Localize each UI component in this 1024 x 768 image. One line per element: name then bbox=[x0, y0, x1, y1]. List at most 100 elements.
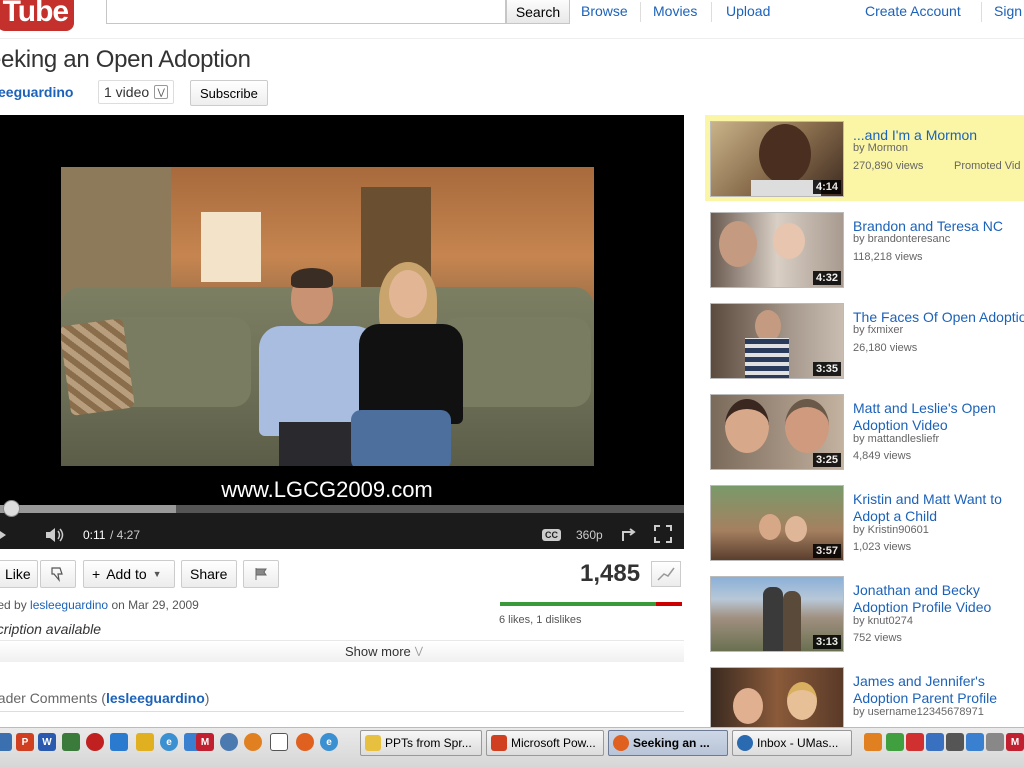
video-count-dropdown[interactable]: 1 video ⋁ bbox=[98, 80, 175, 104]
tray-icon[interactable] bbox=[906, 733, 924, 751]
nav-upload[interactable]: Upload bbox=[726, 3, 770, 19]
related-video-title[interactable]: Matt and Leslie's Open Adoption Video bbox=[853, 400, 1024, 434]
windows-taskbar: P W e M e PPTs from Spr... Microsoft Pow… bbox=[0, 727, 1024, 768]
app-icon[interactable] bbox=[62, 733, 80, 751]
taskbar-button[interactable]: PPTs from Spr... bbox=[360, 730, 482, 756]
cc-button[interactable]: CC bbox=[542, 529, 561, 541]
app-icon[interactable] bbox=[220, 733, 238, 751]
hair bbox=[291, 268, 333, 288]
sign-in-link[interactable]: Sign bbox=[994, 3, 1022, 19]
face bbox=[785, 399, 829, 453]
share-button[interactable]: Share bbox=[181, 560, 237, 588]
video-thumbnail[interactable]: 3:25 bbox=[710, 394, 844, 470]
taskbar-button[interactable]: Inbox - UMas... bbox=[732, 730, 852, 756]
related-video[interactable]: 3:57 Kristin and Matt Want to Adopt a Ch… bbox=[710, 485, 1024, 565]
app-icon[interactable]: M bbox=[196, 733, 214, 751]
video-thumbnail[interactable]: 3:57 bbox=[710, 485, 844, 561]
uploader-link[interactable]: lesleeguardino bbox=[30, 598, 108, 612]
powerpoint-icon[interactable]: P bbox=[16, 733, 34, 751]
volume-icon[interactable] bbox=[44, 527, 66, 543]
video-thumbnail[interactable]: 3:13 bbox=[710, 576, 844, 652]
taskbar-label: Inbox - UMas... bbox=[757, 736, 839, 750]
video-thumbnail[interactable]: 4:14 bbox=[710, 121, 844, 197]
comments-user-link[interactable]: lesleeguardino bbox=[106, 690, 205, 706]
upload-prefix: aded by bbox=[0, 598, 27, 612]
firefox-icon bbox=[613, 735, 629, 751]
quality-button[interactable]: 360p bbox=[576, 528, 603, 542]
channel-link[interactable]: eeguardino bbox=[0, 84, 73, 100]
create-account-link[interactable]: Create Account bbox=[865, 3, 961, 19]
thunderbird-icon bbox=[737, 735, 753, 751]
time-current: 0:11 bbox=[83, 528, 106, 542]
duration-badge: 3:57 bbox=[812, 544, 841, 558]
progress-bar[interactable] bbox=[0, 505, 684, 513]
ie-icon[interactable]: e bbox=[320, 733, 338, 751]
search-input[interactable] bbox=[106, 0, 506, 24]
search-button[interactable]: Search bbox=[506, 0, 570, 24]
subscribe-button[interactable]: Subscribe bbox=[190, 80, 268, 106]
app-icon[interactable] bbox=[110, 733, 128, 751]
upload-info: aded by lesleeguardino on Mar 29, 2009 bbox=[0, 598, 199, 612]
ie-icon[interactable]: e bbox=[160, 733, 178, 751]
show-more-button[interactable]: Show more ⋁ bbox=[0, 640, 684, 662]
dislike-button[interactable] bbox=[40, 560, 76, 588]
show-more-label: Show more bbox=[345, 644, 411, 659]
tray-icon[interactable] bbox=[986, 733, 1004, 751]
related-video[interactable]: 4:14 ...and I'm a Mormon by Mormon 270,8… bbox=[710, 121, 1024, 201]
desktop-icon[interactable] bbox=[270, 733, 288, 751]
related-video-views: 4,849 views bbox=[853, 450, 912, 462]
logo-tube-text: Tube bbox=[0, 0, 75, 31]
app-icon[interactable] bbox=[86, 733, 104, 751]
related-video[interactable]: 3:35 The Faces Of Open Adoptio by fxmixe… bbox=[710, 303, 1024, 383]
flag-button[interactable] bbox=[243, 560, 279, 588]
nav-separator bbox=[981, 2, 982, 22]
related-video-author: by fxmixer bbox=[853, 324, 904, 336]
like-button[interactable]: Like bbox=[0, 560, 38, 588]
firefox-icon[interactable] bbox=[296, 733, 314, 751]
add-to-button[interactable]: + Add to ▼ bbox=[83, 560, 175, 588]
progress-handle[interactable] bbox=[3, 500, 20, 517]
play-icon[interactable] bbox=[0, 527, 6, 543]
uploader-comments-heading: oader Comments (lesleeguardino) bbox=[0, 690, 209, 706]
related-video-title[interactable]: Kristin and Matt Want to Adopt a Child bbox=[853, 491, 1024, 525]
app-icon[interactable] bbox=[244, 733, 262, 751]
related-video-author: by mattandlesliefr bbox=[853, 433, 940, 445]
related-video-views: 118,218 views bbox=[853, 251, 923, 263]
nav-browse[interactable]: Browse bbox=[581, 3, 628, 19]
quicklaunch-icon[interactable] bbox=[0, 733, 12, 751]
duration-badge: 4:32 bbox=[812, 271, 841, 285]
likes-text: 6 likes, 1 dislikes bbox=[499, 614, 582, 626]
youtube-logo[interactable]: ou Tube bbox=[0, 0, 75, 32]
related-video-author: by knut0274 bbox=[853, 615, 913, 627]
nav-separator bbox=[640, 2, 641, 22]
taskbar-button-active[interactable]: Seeking an ... bbox=[608, 730, 728, 756]
tray-icon[interactable]: M bbox=[1006, 733, 1024, 751]
pillow bbox=[61, 317, 135, 417]
tray-icon[interactable] bbox=[966, 733, 984, 751]
duration-badge: 3:13 bbox=[812, 635, 841, 649]
related-video[interactable]: 4:32 Brandon and Teresa NC by brandonter… bbox=[710, 212, 1024, 292]
related-video-title[interactable]: James and Jennifer's Adoption Parent Pro… bbox=[853, 673, 1024, 707]
app-icon[interactable] bbox=[136, 733, 154, 751]
popout-icon[interactable] bbox=[620, 525, 638, 543]
nav-movies[interactable]: Movies bbox=[653, 3, 697, 19]
tray-icon[interactable] bbox=[864, 733, 882, 751]
video-player[interactable]: www.LGCG2009.com bbox=[0, 115, 684, 549]
flag-icon bbox=[255, 568, 267, 580]
duration-badge: 3:25 bbox=[812, 453, 841, 467]
stats-button[interactable] bbox=[651, 561, 681, 587]
related-video[interactable]: 3:25 Matt and Leslie's Open Adoption Vid… bbox=[710, 394, 1024, 474]
related-video-author: by Kristin90601 bbox=[853, 524, 929, 536]
tray-icon[interactable] bbox=[926, 733, 944, 751]
shirt bbox=[745, 338, 789, 378]
taskbar-button[interactable]: Microsoft Pow... bbox=[486, 730, 604, 756]
video-thumbnail[interactable]: 3:35 bbox=[710, 303, 844, 379]
word-icon[interactable]: W bbox=[38, 733, 56, 751]
tray-icon[interactable] bbox=[946, 733, 964, 751]
related-video-title[interactable]: Jonathan and Becky Adoption Profile Vide… bbox=[853, 582, 1024, 616]
fullscreen-icon[interactable] bbox=[654, 525, 672, 543]
video-thumbnail[interactable]: 4:32 bbox=[710, 212, 844, 288]
related-video[interactable]: 3:13 Jonathan and Becky Adoption Profile… bbox=[710, 576, 1024, 656]
face bbox=[785, 516, 807, 542]
tray-icon[interactable] bbox=[886, 733, 904, 751]
